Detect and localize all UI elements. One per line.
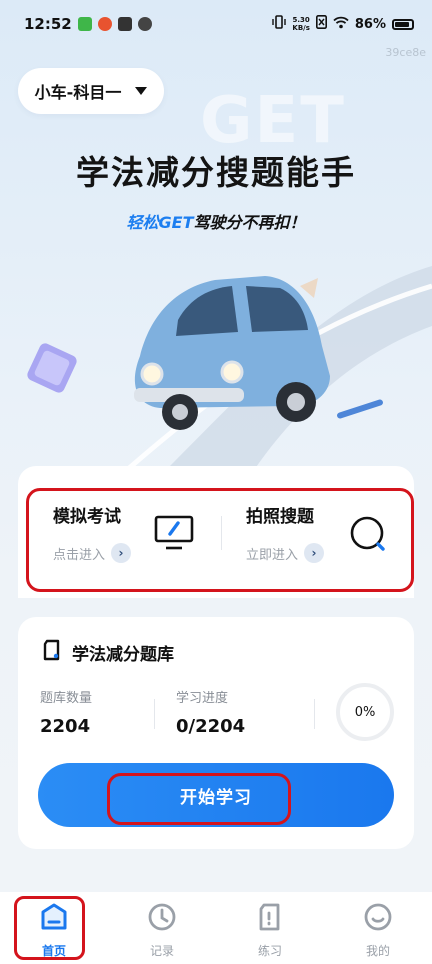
practice-icon — [253, 900, 287, 938]
battery-icon — [392, 18, 414, 30]
sim-off-icon — [315, 15, 327, 33]
hero-title: 学法减分搜题能手 — [76, 153, 356, 192]
status-right: 5.30 KB/s 86% — [272, 15, 414, 33]
tab-profile[interactable]: 我的 — [324, 892, 432, 964]
tab-profile-label: 我的 — [365, 944, 390, 958]
link-notification-icon — [137, 17, 152, 31]
tab-history-label: 记录 — [149, 944, 174, 958]
hero-subtitle: 轻松GET驾驶分不再扣！ — [0, 209, 432, 233]
status-time: 12:52 — [24, 15, 72, 33]
stat-divider — [154, 699, 155, 729]
net-speed: 5.30 KB/s — [292, 16, 309, 32]
vibrate-icon — [272, 15, 287, 33]
question-bank-title: 学法减分题库 — [72, 644, 174, 665]
status-left: 12:52 — [24, 15, 152, 33]
caret-down-icon — [135, 87, 148, 95]
tab-history[interactable]: 记录 — [108, 892, 216, 964]
study-progress-label: 学习进度 — [176, 691, 229, 706]
pen-illustration — [337, 399, 383, 419]
app-notification-icon — [117, 17, 132, 31]
weibo-notification-icon — [97, 17, 112, 31]
entry-highlight-outline — [26, 488, 414, 592]
net-speed-value: 5.30 — [292, 16, 310, 24]
hero-subtitle-rest: 驾驶分不再扣！ — [193, 213, 306, 232]
study-progress-value: 0/2204 — [176, 716, 246, 737]
wifi-icon — [333, 16, 349, 33]
tab-practice[interactable]: 练习 — [216, 892, 324, 964]
battery-percent: 86% — [354, 16, 386, 32]
question-bank-header: 学法减分题库 — [42, 639, 174, 665]
history-icon — [145, 900, 179, 938]
question-bank-icon — [42, 639, 62, 665]
progress-percent: 0% — [354, 704, 376, 720]
car-illustration — [27, 266, 432, 476]
question-count-value: 2204 — [40, 716, 91, 737]
question-count-stat: 题库数量 2204 — [40, 687, 92, 737]
tab-highlight-outline — [14, 896, 85, 960]
profile-icon — [361, 900, 395, 938]
status-bar: 12:52 5.30 KB/s 86% — [0, 0, 432, 48]
progress-ring: 0% — [336, 683, 394, 741]
study-progress-stat: 学习进度 0/2204 — [176, 687, 245, 737]
watermark: 39ce8e — [385, 46, 426, 59]
start-highlight-outline — [107, 773, 291, 825]
hero-subtitle-highlight: 轻松GET — [126, 213, 194, 232]
tab-practice-label: 练习 — [257, 944, 282, 958]
stat-divider — [314, 699, 315, 729]
question-count-label: 题库数量 — [40, 691, 93, 706]
wechat-notification-icon — [77, 17, 92, 31]
net-speed-unit: KB/s — [292, 24, 310, 32]
book-illustration — [27, 343, 77, 393]
subject-selector-label: 小车-科目一 — [34, 83, 122, 102]
subject-selector[interactable]: 小车-科目一 — [18, 68, 164, 114]
